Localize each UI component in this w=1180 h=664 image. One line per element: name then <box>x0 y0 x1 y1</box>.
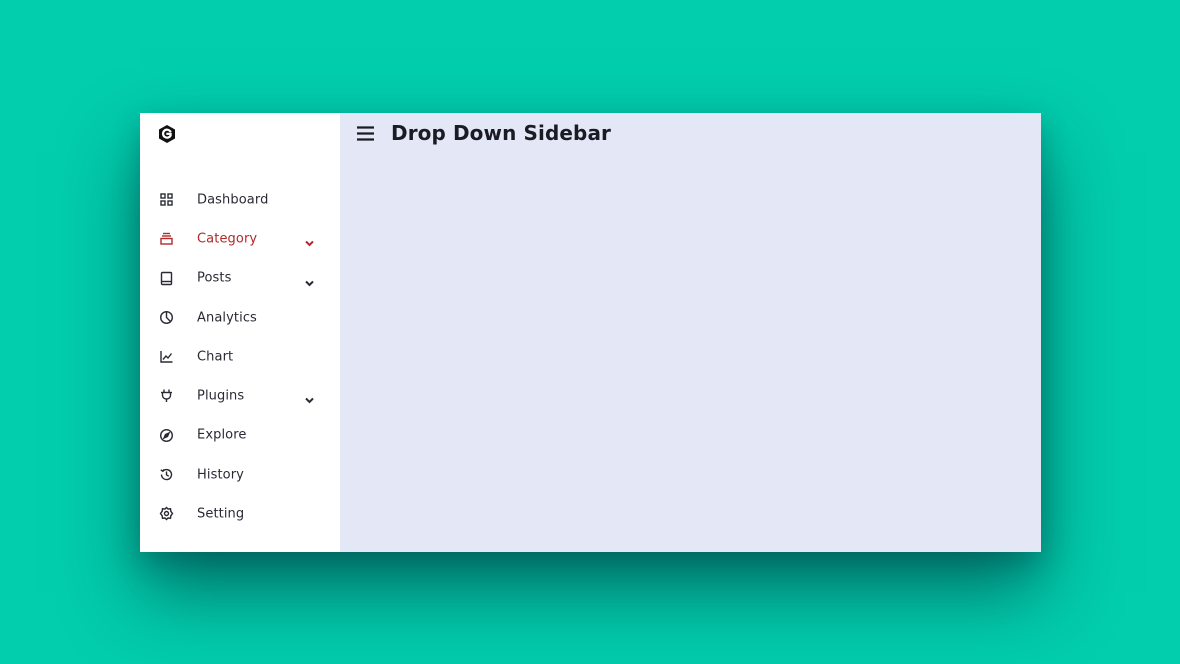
sidebar-item-setting[interactable]: Setting <box>140 494 340 533</box>
sidebar-nav: Dashboard Category Posts Analytics Chart… <box>140 180 340 534</box>
sidebar-item-label: Category <box>197 231 258 247</box>
sidebar-item-category[interactable]: Category <box>140 219 340 258</box>
sidebar-item-dashboard[interactable]: Dashboard <box>140 180 340 219</box>
chevron-down-icon[interactable] <box>304 274 315 287</box>
logo-icon[interactable] <box>157 124 177 144</box>
app-window: Dashboard Category Posts Analytics Chart… <box>140 113 1041 552</box>
sidebar-item-explore[interactable]: Explore <box>140 416 340 455</box>
collection-icon <box>159 231 174 246</box>
sidebar-item-posts[interactable]: Posts <box>140 259 340 298</box>
main-content: Drop Down Sidebar <box>340 113 1041 552</box>
hamburger-menu-icon[interactable] <box>356 125 375 142</box>
sidebar-item-plugins[interactable]: Plugins <box>140 376 340 415</box>
sidebar: Dashboard Category Posts Analytics Chart… <box>140 113 340 552</box>
plug-icon <box>159 388 174 403</box>
chevron-down-icon[interactable] <box>304 234 315 247</box>
sidebar-item-label: Posts <box>197 270 232 286</box>
sidebar-item-label: Analytics <box>197 310 257 326</box>
compass-icon <box>159 428 174 443</box>
sidebar-item-label: Dashboard <box>197 192 269 208</box>
sidebar-item-label: Chart <box>197 349 234 365</box>
sidebar-item-history[interactable]: History <box>140 455 340 494</box>
sidebar-item-label: Explore <box>197 427 247 443</box>
line-chart-icon <box>159 349 174 364</box>
sidebar-item-analytics[interactable]: Analytics <box>140 298 340 337</box>
chevron-down-icon[interactable] <box>304 391 315 404</box>
gear-icon <box>159 506 174 521</box>
sidebar-item-label: Setting <box>197 506 245 522</box>
sidebar-item-label: Plugins <box>197 388 245 404</box>
page-title: Drop Down Sidebar <box>391 121 612 145</box>
sidebar-item-label: History <box>197 467 244 483</box>
grid-icon <box>159 192 174 207</box>
sidebar-item-chart[interactable]: Chart <box>140 337 340 376</box>
history-icon <box>159 467 174 482</box>
pie-chart-icon <box>159 310 174 325</box>
book-icon <box>159 271 174 286</box>
